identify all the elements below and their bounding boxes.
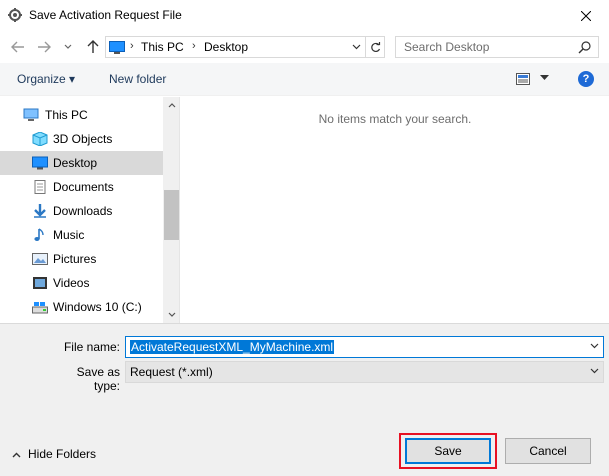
savetype-label: Save as type:: [76, 365, 120, 393]
chevron-down-icon: [168, 312, 175, 317]
arrow-up-icon: [87, 40, 99, 53]
tree-item-3d-objects[interactable]: 3D Objects: [0, 127, 163, 151]
cancel-button[interactable]: Cancel: [505, 438, 591, 464]
documents-icon: [34, 180, 46, 194]
chevron-up-icon: [168, 103, 175, 108]
title-bar: Save Activation Request File: [0, 0, 609, 31]
hide-folders-button[interactable]: Hide Folders: [12, 447, 96, 461]
breadcrumb-this-pc[interactable]: This PC: [141, 40, 184, 54]
tree-item-label: Desktop: [53, 156, 98, 170]
refresh-icon: [371, 41, 381, 52]
help-button[interactable]: ?: [578, 71, 594, 87]
recent-locations-button[interactable]: [61, 37, 75, 57]
tree-item-label: This PC: [45, 108, 88, 122]
scrollbar-thumb[interactable]: [164, 190, 179, 240]
tree-item-label: Documents: [53, 180, 114, 194]
chevron-down-icon[interactable]: [590, 341, 599, 351]
breadcrumb-separator: ›: [192, 40, 196, 52]
up-button[interactable]: [83, 37, 103, 57]
tree-item-label: Pictures: [53, 252, 97, 266]
close-icon: [581, 10, 591, 21]
chevron-up-icon: [12, 452, 21, 458]
view-options-icon[interactable]: [516, 73, 530, 85]
tree-item-downloads[interactable]: Downloads: [0, 199, 163, 223]
close-button[interactable]: [563, 0, 609, 31]
hide-folders-label: Hide Folders: [28, 447, 97, 461]
navigation-bar: › This PC › Desktop Search Desktop: [0, 31, 609, 63]
view-dropdown-icon[interactable]: [540, 75, 549, 81]
scroll-up-button[interactable]: [163, 97, 179, 114]
arrow-left-icon: [11, 41, 24, 53]
search-placeholder: Search Desktop: [404, 40, 490, 54]
tree-item-windows-c[interactable]: Windows 10 (C:): [0, 295, 163, 319]
filename-label: File name:: [63, 340, 120, 354]
computer-icon: [23, 108, 39, 121]
tree-item-label: Downloads: [53, 204, 113, 218]
tree-item-videos[interactable]: Videos: [0, 271, 163, 295]
refresh-button[interactable]: [365, 37, 385, 57]
search-icon: [578, 41, 591, 54]
tree-item-pictures[interactable]: Pictures: [0, 247, 163, 271]
save-button[interactable]: Save: [405, 438, 491, 464]
breadcrumb-separator: ›: [130, 40, 134, 52]
chevron-down-icon: [64, 44, 72, 49]
app-gear-icon: [8, 8, 22, 22]
scroll-down-button[interactable]: [163, 306, 179, 323]
tree-item-label: Videos: [53, 276, 90, 290]
search-input[interactable]: Search Desktop: [395, 36, 599, 58]
window-title: Save Activation Request File: [29, 8, 182, 22]
breadcrumb-desktop[interactable]: Desktop: [204, 40, 248, 54]
filename-field[interactable]: ActivateRequestXML_MyMachine.xml: [125, 336, 604, 358]
savetype-value: Request (*.xml): [130, 365, 213, 379]
videos-icon: [33, 277, 47, 289]
command-toolbar: Organize ▾ New folder ?: [0, 63, 609, 96]
file-list-area[interactable]: No items match your search.: [181, 97, 609, 323]
new-folder-button[interactable]: New folder: [109, 72, 166, 86]
organize-button[interactable]: Organize ▾: [17, 72, 75, 86]
tree-item-desktop[interactable]: Desktop: [0, 151, 163, 175]
navpane-scrollbar[interactable]: [163, 97, 179, 323]
3d-objects-icon: [32, 132, 48, 146]
navigation-pane: This PC 3D Objects Desktop Documents Dow…: [0, 97, 180, 323]
tree-item-label: Music: [53, 228, 85, 242]
tree-item-this-pc[interactable]: This PC: [0, 103, 163, 127]
music-icon: [34, 228, 44, 241]
tree-item-label: Windows 10 (C:): [53, 300, 142, 314]
back-button[interactable]: [8, 37, 28, 57]
empty-state-text: No items match your search.: [318, 112, 472, 126]
forward-button[interactable]: [34, 37, 54, 57]
arrow-right-icon: [38, 41, 51, 53]
drive-icon: [32, 302, 48, 314]
tree-item-label: 3D Objects: [53, 132, 113, 146]
tree-item-music[interactable]: Music: [0, 223, 163, 247]
save-form-panel: File name: ActivateRequestXML_MyMachine.…: [0, 323, 609, 476]
chevron-down-icon: [590, 368, 599, 374]
pictures-icon: [32, 253, 48, 265]
tree-item-documents[interactable]: Documents: [0, 175, 163, 199]
filename-value[interactable]: ActivateRequestXML_MyMachine.xml: [130, 340, 335, 354]
chevron-down-icon: [352, 44, 360, 50]
computer-icon: [109, 41, 125, 54]
downloads-icon: [34, 204, 46, 218]
savetype-select[interactable]: Request (*.xml): [125, 361, 604, 383]
address-dropdown-button[interactable]: [346, 37, 366, 57]
desktop-icon: [32, 156, 48, 170]
address-bar[interactable]: › This PC › Desktop: [105, 36, 385, 58]
